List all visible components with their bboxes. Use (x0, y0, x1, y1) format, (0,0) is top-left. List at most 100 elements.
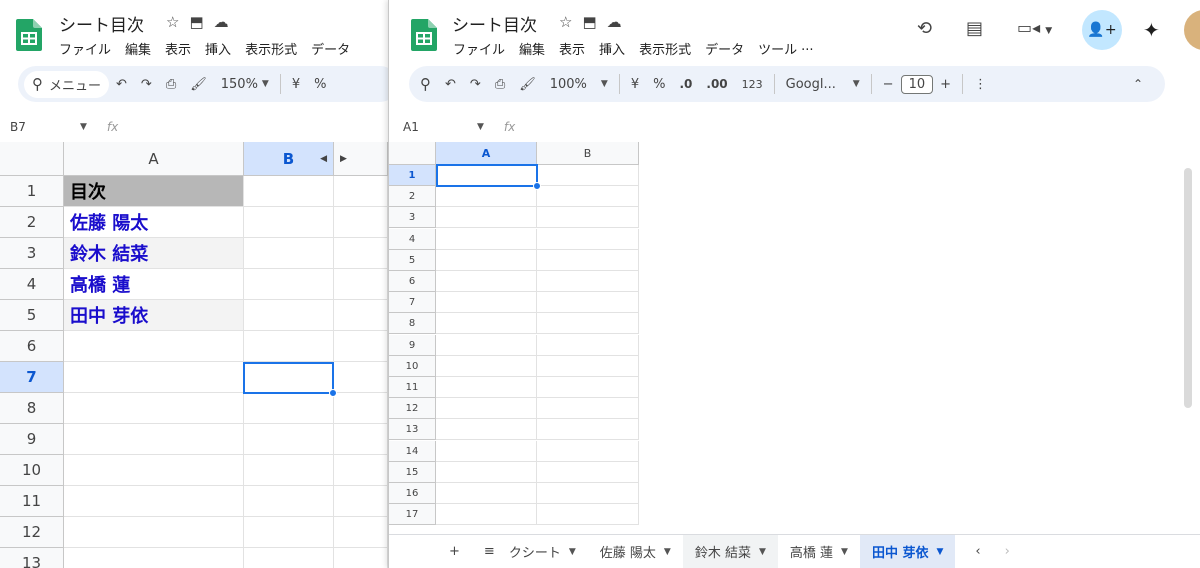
row-header[interactable]: 3 (389, 207, 436, 228)
column-header-a[interactable]: A (436, 142, 537, 165)
row-header[interactable]: 11 (389, 377, 436, 398)
print-icon[interactable]: ⎙ (159, 77, 183, 92)
grid-cell[interactable] (244, 517, 334, 548)
column-header-c[interactable]: ▶ (334, 142, 388, 176)
scroll-tabs-right-icon[interactable]: › (993, 535, 1022, 568)
grid-cell[interactable] (244, 393, 334, 424)
toc-link-cell[interactable]: 高橋 蓮 (64, 269, 244, 300)
row-header[interactable]: 17 (389, 504, 436, 525)
chevron-down-icon[interactable]: ▼ (477, 122, 484, 132)
grid-cell[interactable] (537, 398, 639, 419)
chevron-down-icon[interactable]: ▼ (80, 122, 87, 132)
sheet-tab-2[interactable]: 鈴木 結菜 ▼ (682, 534, 778, 568)
font-size-increase-button[interactable]: + (933, 77, 958, 92)
row-header[interactable]: 5 (389, 250, 436, 271)
row-header[interactable]: 8 (389, 313, 436, 334)
comments-icon[interactable]: ▤ (966, 18, 983, 39)
version-history-icon[interactable]: ⟲ (917, 18, 932, 39)
grid-cell[interactable] (334, 455, 388, 486)
star-icon[interactable]: ☆ (166, 13, 179, 31)
toc-link-cell[interactable]: 佐藤 陽太 (64, 207, 244, 238)
row-header[interactable]: 7 (0, 362, 64, 393)
row-header[interactable]: 13 (0, 548, 64, 568)
cloud-status-icon[interactable]: ☁ (607, 13, 622, 31)
grid-cell[interactable] (436, 313, 537, 334)
move-folder-icon[interactable]: ⬒ (582, 13, 596, 31)
grid-cell[interactable] (436, 207, 537, 228)
row-header[interactable]: 10 (0, 455, 64, 486)
grid-cell[interactable] (436, 271, 537, 292)
grid-cell[interactable] (334, 176, 388, 207)
grid-cell[interactable] (436, 377, 537, 398)
row-header[interactable]: 12 (389, 398, 436, 419)
grid-cell[interactable] (334, 362, 388, 393)
search-menus[interactable]: ⚲ メニュー (24, 70, 110, 98)
menu-format[interactable]: 表示形式 (245, 39, 297, 58)
doc-title[interactable]: シート目次 (59, 11, 144, 36)
grid-cell[interactable] (64, 455, 244, 486)
grid-cell[interactable] (537, 504, 639, 525)
font-size-input[interactable]: 10 (900, 74, 934, 94)
grid-cell[interactable] (64, 517, 244, 548)
row-header[interactable]: 9 (389, 335, 436, 356)
percent-button[interactable]: % (307, 77, 333, 92)
grid-cell[interactable] (436, 504, 537, 525)
row-header[interactable]: 1 (0, 176, 64, 207)
row-header[interactable]: 11 (0, 486, 64, 517)
name-box[interactable]: A1 (403, 120, 477, 134)
vertical-scrollbar[interactable] (1184, 168, 1192, 408)
select-all-corner[interactable] (0, 142, 64, 176)
sheet-tab-0[interactable]: クシート ▼ (507, 535, 588, 568)
move-folder-icon[interactable]: ⬒ (189, 13, 203, 31)
share-add-person-icon[interactable]: 👤+ (1082, 10, 1122, 50)
grid-cell[interactable] (436, 356, 537, 377)
grid-cell[interactable] (244, 548, 334, 568)
menu-edit[interactable]: 編集 (125, 39, 151, 58)
grid-cell[interactable] (244, 300, 334, 331)
grid-cell[interactable] (537, 483, 639, 504)
grid-cell[interactable] (334, 207, 388, 238)
grid-cell[interactable] (537, 271, 639, 292)
chevron-down-icon[interactable]: ▼ (664, 547, 671, 557)
menu-data[interactable]: データ (705, 39, 744, 58)
row-header[interactable]: 4 (0, 269, 64, 300)
grid-cell[interactable] (537, 207, 639, 228)
grid-cell[interactable] (537, 292, 639, 313)
sheet-tab-1[interactable]: 佐藤 陽太 ▼ (588, 535, 683, 568)
row-header[interactable]: 10 (389, 356, 436, 377)
increase-decimal-button[interactable]: .00 (699, 77, 734, 91)
menu-view[interactable]: 表示 (559, 39, 585, 58)
column-header-b[interactable]: B ◀ (244, 142, 334, 176)
grid-cell[interactable] (334, 548, 388, 568)
menu-data[interactable]: データ (311, 39, 350, 58)
undo-icon[interactable]: ↶ (438, 77, 463, 92)
zoom-select[interactable]: 100% ▼ (543, 77, 615, 92)
menu-insert[interactable]: 挿入 (599, 39, 625, 58)
grid-cell[interactable] (334, 238, 388, 269)
column-header-b[interactable]: B (537, 142, 639, 165)
toc-link-cell[interactable]: 鈴木 結菜 (64, 238, 244, 269)
row-header[interactable]: 9 (0, 424, 64, 455)
percent-button[interactable]: % (646, 77, 672, 92)
grid-cell[interactable] (244, 486, 334, 517)
row-header[interactable]: 13 (389, 419, 436, 440)
fill-handle[interactable] (329, 389, 337, 397)
grid-cell[interactable] (436, 398, 537, 419)
menu-view[interactable]: 表示 (165, 39, 191, 58)
caret-right-icon[interactable]: ▶ (340, 154, 347, 164)
doc-title[interactable]: シート目次 (452, 11, 537, 36)
row-header[interactable]: 5 (0, 300, 64, 331)
scroll-tabs-left-icon[interactable]: ‹ (963, 535, 992, 568)
row-header[interactable]: 2 (0, 207, 64, 238)
grid-cell[interactable] (334, 517, 388, 548)
grid-cell[interactable] (64, 331, 244, 362)
grid-cell[interactable] (537, 441, 639, 462)
grid-cell[interactable] (436, 462, 537, 483)
more-options-icon[interactable]: ⋮ (967, 77, 994, 92)
toc-link-cell[interactable]: 田中 芽依 (64, 300, 244, 331)
grid-cell[interactable] (436, 441, 537, 462)
grid-cell[interactable] (334, 331, 388, 362)
number-format-button[interactable]: 123 (735, 78, 770, 91)
menu-file[interactable]: ファイル (453, 39, 505, 58)
menu-edit[interactable]: 編集 (519, 39, 545, 58)
